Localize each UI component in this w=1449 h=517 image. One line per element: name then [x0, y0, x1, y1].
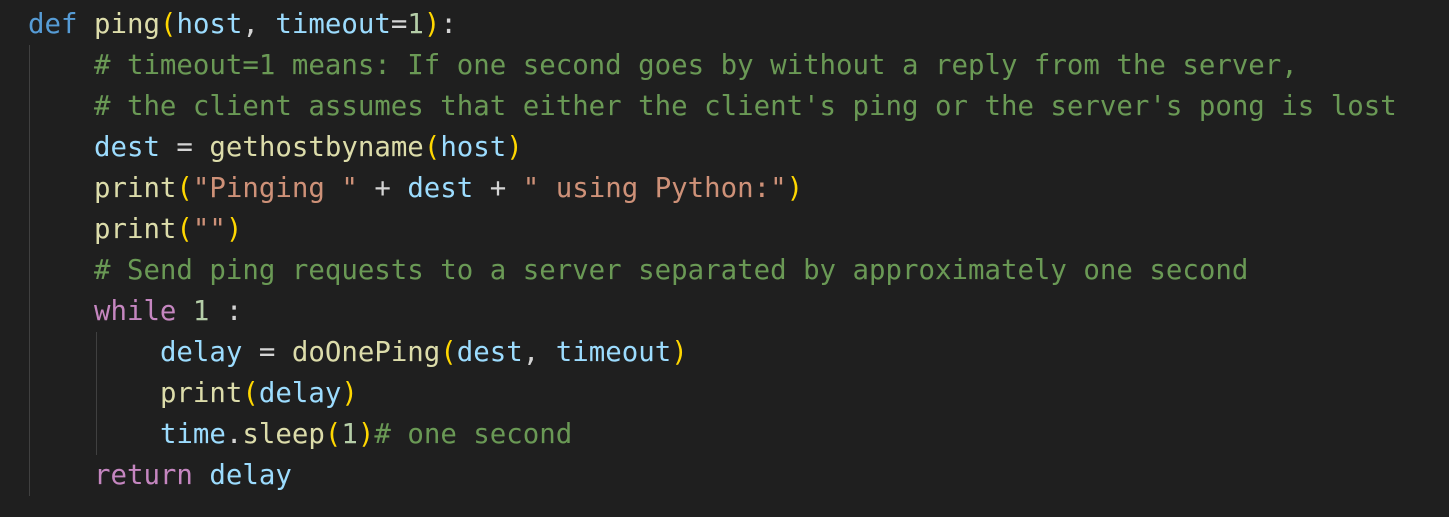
code-token: timeout [555, 337, 672, 368]
code-token: ) [786, 173, 804, 204]
code-token: timeout [275, 9, 391, 40]
code-token: : [209, 296, 243, 327]
code-token: + [357, 173, 408, 204]
code-token: + [473, 173, 523, 204]
code-token: . [225, 419, 243, 450]
code-line[interactable]: print("Pinging " + dest + " using Python… [28, 168, 803, 209]
code-token: # Send ping requests to a server separat… [93, 255, 1249, 286]
code-token: dest [456, 337, 523, 368]
code-token: dest [93, 132, 160, 163]
code-token: # timeout=1 means: If one second goes by… [93, 50, 1298, 81]
code-token: ( [242, 378, 259, 409]
code-token: ) [423, 9, 441, 40]
code-token: = [159, 132, 210, 163]
code-line[interactable]: delay = doOnePing(dest, timeout) [28, 332, 688, 373]
code-token: while [93, 296, 177, 327]
code-token: print [159, 378, 243, 409]
code-line[interactable]: print("") [28, 209, 242, 250]
code-token: gethostbyname [209, 132, 424, 163]
code-token: # the client assumes that either the cli… [93, 91, 1397, 122]
code-line[interactable]: while 1 : [28, 291, 242, 332]
code-line[interactable]: dest = gethostbyname(host) [28, 127, 523, 168]
code-token: "" [192, 214, 226, 245]
code-token: ( [440, 337, 457, 368]
code-token: print [93, 173, 177, 204]
code-token: 1 [192, 296, 210, 327]
code-token: ( [159, 9, 177, 40]
code-line[interactable]: # timeout=1 means: If one second goes by… [28, 45, 1298, 86]
code-token: ( [423, 132, 441, 163]
code-token: ping [93, 9, 160, 40]
code-token: print [93, 214, 177, 245]
code-token: 1 [407, 9, 424, 40]
code-token: 1 [341, 419, 358, 450]
code-token: ) [671, 337, 688, 368]
code-token: "Pinging " [192, 173, 358, 204]
code-token: doOnePing [291, 337, 441, 368]
code-token: , [242, 9, 276, 40]
code-token: time [159, 419, 226, 450]
code-token: ) [341, 378, 358, 409]
code-token: return [93, 460, 193, 491]
code-token: dest [407, 173, 474, 204]
code-token: , [522, 337, 556, 368]
code-token: ) [225, 214, 243, 245]
code-token: # one second [374, 419, 573, 450]
code-token: ( [324, 419, 342, 450]
code-line[interactable]: time.sleep(1)# one second [28, 414, 572, 455]
code-line[interactable]: print(delay) [28, 373, 358, 414]
code-token: host [176, 9, 243, 40]
code-token: : [440, 9, 457, 40]
code-line[interactable]: # Send ping requests to a server separat… [28, 250, 1248, 291]
code-line[interactable]: def ping(host, timeout=1): [28, 4, 457, 45]
code-line[interactable]: return delay [28, 455, 292, 496]
code-line[interactable]: # the client assumes that either the cli… [28, 86, 1397, 127]
code-token: host [440, 132, 507, 163]
code-token: ( [176, 173, 193, 204]
code-token: = [390, 9, 408, 40]
code-editor[interactable]: def ping(host, timeout=1): # timeout=1 m… [0, 0, 1449, 517]
code-token: delay [258, 378, 342, 409]
code-token: ( [176, 214, 193, 245]
code-token: " using Python:" [522, 173, 787, 204]
code-token: delay [159, 337, 243, 368]
code-token: ) [506, 132, 523, 163]
code-token: delay [209, 460, 292, 491]
code-token: def [28, 9, 78, 40]
code-token: = [242, 337, 292, 368]
code-token: sleep [242, 419, 325, 450]
code-token: ) [357, 419, 375, 450]
